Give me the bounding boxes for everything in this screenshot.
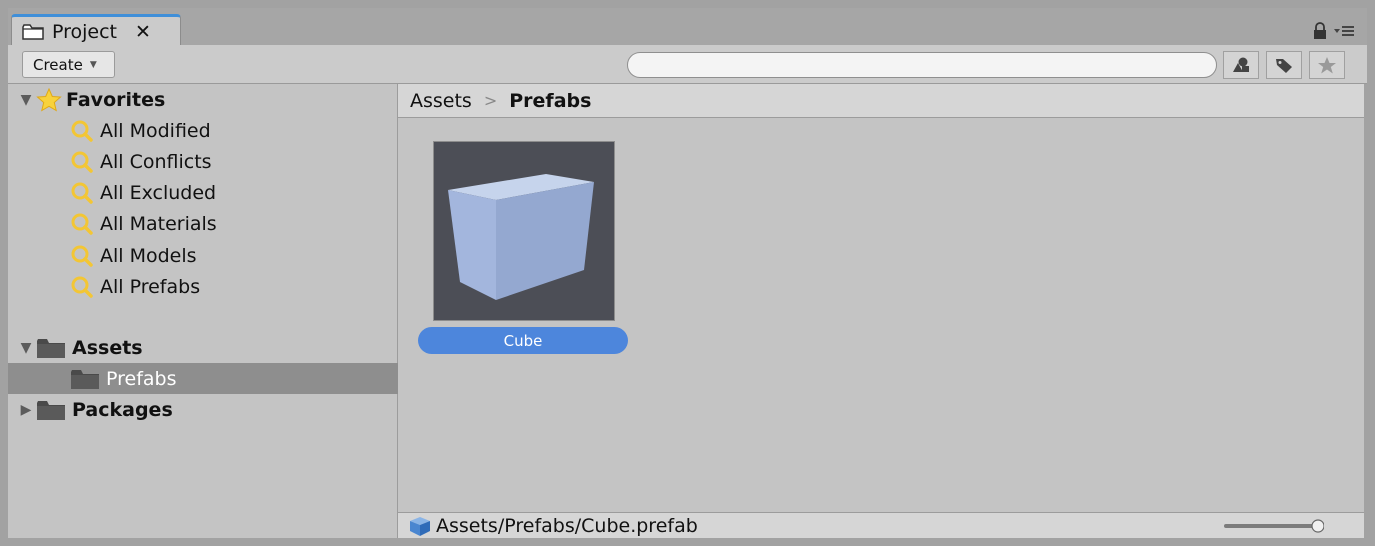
tree-favorites[interactable]: ▼ Favorites <box>8 84 398 115</box>
close-icon[interactable]: ✕ <box>135 21 151 43</box>
asset-thumbnail[interactable] <box>433 141 615 321</box>
saved-search-icon <box>71 120 93 142</box>
thumbnail-size-slider[interactable] <box>1224 519 1324 533</box>
favorite-label: All Prefabs <box>100 276 201 298</box>
slider-track <box>1224 524 1324 528</box>
saved-search-icon <box>71 213 93 236</box>
favorites-label: Favorites <box>66 88 166 111</box>
asset-label: Cube <box>418 327 628 354</box>
status-bar: Assets/Prefabs/Cube.prefab <box>398 512 1364 538</box>
tree-favorite-item[interactable]: All Excluded <box>8 178 398 209</box>
saved-search-icon <box>71 182 93 204</box>
create-button[interactable]: Create ▼ <box>22 51 115 78</box>
favorite-label: All Conflicts <box>100 150 212 173</box>
tree-prefabs[interactable]: Prefabs <box>8 363 398 394</box>
breadcrumb-separator-icon: > <box>483 91 498 110</box>
tab-project[interactable]: Project ✕ <box>11 14 181 46</box>
favorite-label: All Excluded <box>100 182 217 205</box>
folder-icon <box>37 400 65 420</box>
folder-icon <box>22 23 44 40</box>
tree-packages[interactable]: ▶ Packages <box>8 394 398 425</box>
prefabs-label: Prefabs <box>106 367 177 390</box>
breadcrumb: Assets > Prefabs <box>398 84 1364 118</box>
tree-favorite-item[interactable]: All Conflicts <box>8 146 398 177</box>
favorite-label: All Models <box>100 244 197 267</box>
tag-icon <box>1276 59 1292 73</box>
prefab-icon <box>410 516 430 536</box>
search-by-type-button[interactable] <box>1223 51 1259 79</box>
tree-favorite-item[interactable]: All Models <box>8 240 398 271</box>
dropdown-arrow-icon: ▼ <box>89 59 97 70</box>
window-tab-strip: Project ✕ <box>8 8 1367 46</box>
asset-browser: Assets > Prefabs Cube Assets/Prefabs/Cub… <box>398 84 1364 538</box>
tree-favorite-item[interactable]: All Prefabs <box>8 272 398 303</box>
collapsed-arrow-icon[interactable]: ▶ <box>18 402 34 418</box>
asset-item-cube[interactable]: Cube <box>418 141 628 354</box>
breadcrumb-prefabs[interactable]: Prefabs <box>509 90 591 112</box>
lock-icon[interactable] <box>1312 22 1328 40</box>
folder-icon <box>37 338 65 358</box>
tree-favorite-item[interactable]: All Modified <box>8 115 398 146</box>
selected-asset-path: Assets/Prefabs/Cube.prefab <box>436 514 698 537</box>
star-icon <box>1318 57 1336 74</box>
search-by-label-button[interactable] <box>1266 51 1302 79</box>
create-label: Create <box>33 55 83 74</box>
saved-search-icon <box>71 276 93 298</box>
folder-icon <box>71 369 99 389</box>
favorite-label: All Materials <box>100 213 217 236</box>
star-icon <box>36 87 62 112</box>
asset-grid: Cube <box>398 119 1364 513</box>
cube-preview-icon <box>448 174 594 300</box>
slider-knob[interactable] <box>1311 519 1324 533</box>
saved-search-icon <box>71 245 93 267</box>
favorite-label: All Modified <box>100 119 211 142</box>
saved-search-icon <box>71 151 93 173</box>
toolbar: Create ▼ <box>8 45 1367 84</box>
shapes-icon <box>1233 57 1249 72</box>
expanded-arrow-icon[interactable]: ▼ <box>18 340 34 356</box>
folder-tree: ▼ Favorites All Modified All Conflicts All… <box>8 84 398 538</box>
search-input[interactable] <box>627 52 1217 78</box>
tree-favorite-item[interactable]: All Materials <box>8 209 398 240</box>
packages-label: Packages <box>72 398 173 421</box>
tab-label: Project <box>52 20 118 43</box>
expanded-arrow-icon[interactable]: ▼ <box>18 92 34 108</box>
assets-label: Assets <box>72 336 143 359</box>
save-search-button[interactable] <box>1309 51 1345 79</box>
tree-assets[interactable]: ▼ Assets <box>8 332 398 363</box>
panel-menu-icon[interactable] <box>1333 24 1355 38</box>
window-tools <box>1312 22 1355 40</box>
breadcrumb-assets[interactable]: Assets <box>410 90 472 112</box>
